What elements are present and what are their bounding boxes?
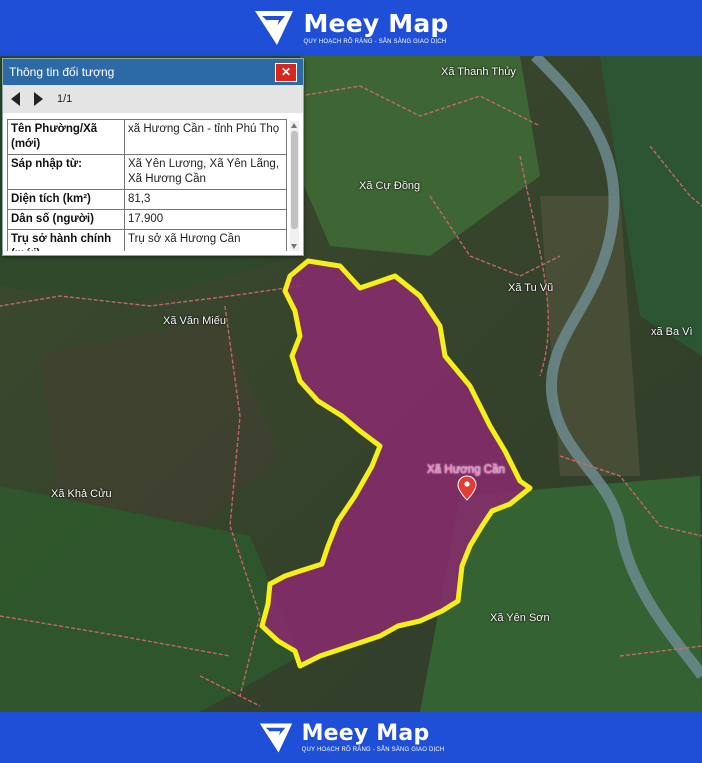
brand-tagline: QUY HOẠCH RÕ RÀNG - SẴN SÀNG GIAO DỊCH	[303, 39, 447, 45]
brand-name: Meey Map	[303, 9, 449, 38]
row-value: Xã Yên Lương, Xã Yên Lãng, Xã Hương Cần	[124, 154, 287, 190]
scroll-thumb[interactable]	[291, 131, 298, 229]
label-xa-cu-dong: Xã Cự Đồng	[359, 180, 421, 192]
popup-title: Thông tin đối tượng	[9, 65, 115, 79]
label-xa-huong-can[interactable]: Xã Hương Cần	[427, 464, 505, 476]
close-icon[interactable]: ✕	[275, 63, 297, 82]
label-xa-ba-vi: xã Ba Vì	[651, 326, 693, 338]
row-value: xã Hương Cần - tỉnh Phú Thọ	[124, 119, 287, 155]
popup-pager: 1/1	[3, 85, 303, 113]
label-xa-tu-vu: Xã Tu Vũ	[508, 282, 554, 294]
info-popup: Thông tin đối tượng ✕ 1/1 Tên Phường/Xã …	[2, 58, 304, 256]
row-key: Diện tích (km²)	[7, 189, 125, 210]
attribute-table: Tên Phường/Xã (mới) xã Hương Cần - tỉnh …	[7, 119, 287, 251]
table-row: Tên Phường/Xã (mới) xã Hương Cần - tỉnh …	[7, 119, 287, 155]
prev-arrow-icon[interactable]	[11, 92, 20, 106]
bottom-banner: Meey Map QUY HOẠCH RÕ RÀNG - SẴN SÀNG GI…	[0, 712, 702, 763]
popup-table-container[interactable]: Tên Phường/Xã (mới) xã Hương Cần - tỉnh …	[7, 119, 287, 251]
row-key: Tên Phường/Xã (mới)	[7, 119, 125, 155]
pager-count: 1/1	[57, 93, 73, 105]
table-row: Sáp nhập từ: Xã Yên Lương, Xã Yên Lãng, …	[7, 154, 287, 190]
brand-logo-footer: Meey Map QUY HOẠCH RÕ RÀNG - SẴN SÀNG GI…	[258, 721, 445, 755]
brand-tagline: QUY HOẠCH RÕ RÀNG - SẴN SÀNG GIAO DỊCH	[301, 746, 445, 753]
brand-logo: Meey Map QUY HOẠCH RÕ RÀNG - SẴN SÀNG GI…	[253, 8, 448, 48]
label-xa-thanh-thuy: Xã Thanh Thủy	[441, 66, 516, 78]
label-xa-kha-cuu: Xã Khả Cửu	[51, 488, 112, 500]
label-xa-van-mieu: Xã Văn Miếu	[163, 315, 226, 327]
row-key: Sáp nhập từ:	[7, 154, 125, 190]
table-row: Dân số (người) 17.900	[7, 209, 287, 230]
meey-logo-icon	[255, 11, 294, 45]
row-key: Dân số (người)	[7, 209, 125, 230]
row-key: Trụ sở hành chính (mới)	[7, 229, 125, 251]
meey-logo-icon	[259, 723, 292, 752]
row-value: 17.900	[124, 209, 287, 230]
row-value: Trụ sở xã Hương Cần	[124, 229, 287, 251]
popup-scrollbar[interactable]	[290, 121, 299, 251]
row-value: 81,3	[124, 189, 287, 210]
top-banner: Meey Map QUY HOẠCH RÕ RÀNG - SẴN SÀNG GI…	[0, 0, 702, 56]
popup-header: Thông tin đối tượng ✕	[3, 59, 303, 85]
table-row: Trụ sở hành chính (mới) Trụ sở xã Hương …	[7, 229, 287, 251]
next-arrow-icon[interactable]	[34, 92, 43, 106]
scroll-down-icon[interactable]	[291, 244, 297, 249]
table-row: Diện tích (km²) 81,3	[7, 189, 287, 210]
brand-name: Meey Map	[301, 720, 430, 746]
scroll-up-icon[interactable]	[291, 123, 297, 128]
label-xa-yen-son: Xã Yên Sơn	[490, 612, 550, 624]
